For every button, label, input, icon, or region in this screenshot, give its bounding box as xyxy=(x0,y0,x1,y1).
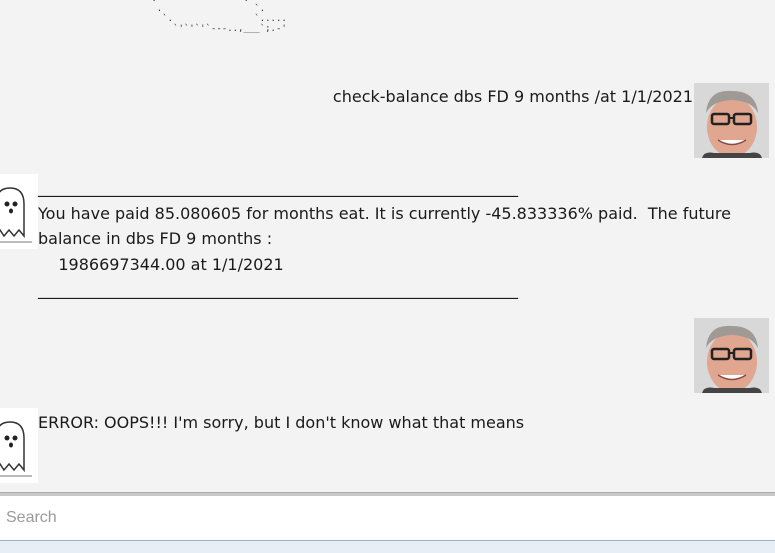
bot-message-text: ________________________________________… xyxy=(38,178,731,299)
bot-error-message-text: ERROR: OOPS!!! I'm sorry, but I don't kn… xyxy=(38,413,525,432)
user-message-text: check-balance dbs FD 9 months /at 1/1/20… xyxy=(332,87,693,106)
chat-scroll-pane[interactable]: : . . `. `. `..... `'`'`'`---..,___`;.-'… xyxy=(0,0,775,492)
ghost-avatar-icon xyxy=(0,174,38,249)
search-input[interactable] xyxy=(0,496,775,540)
user-avatar-icon xyxy=(694,83,769,158)
user-avatar-icon xyxy=(694,318,769,393)
ghost-avatar-icon xyxy=(0,408,38,483)
ascii-art: : . . `. `. `..... `'`'`'`---..,___`;.-' xyxy=(151,0,287,34)
window-bottom-edge xyxy=(0,540,775,553)
